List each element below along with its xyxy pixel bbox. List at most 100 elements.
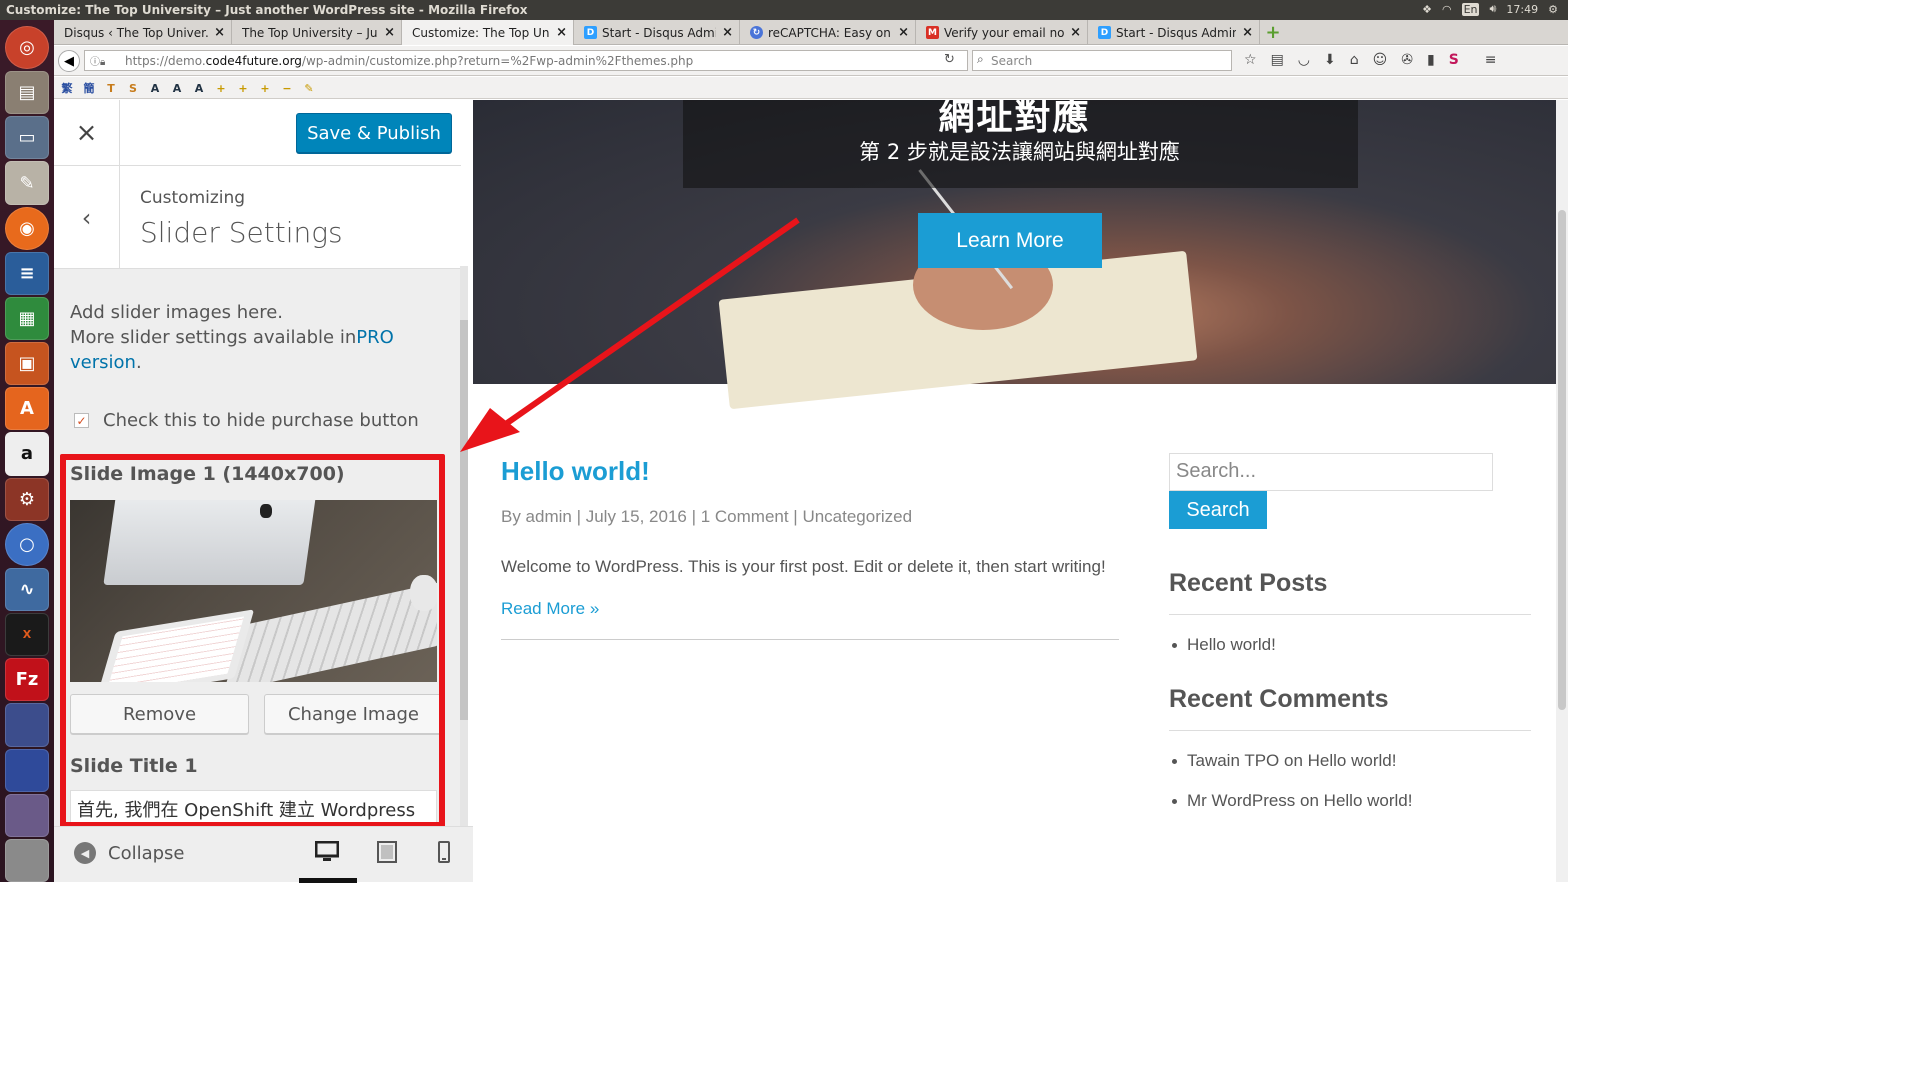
list-item[interactable]: Hello world! xyxy=(1169,635,1531,655)
font-icon[interactable]: A xyxy=(192,81,206,95)
reading-list-icon[interactable]: ▤ xyxy=(1271,52,1284,68)
calc-icon[interactable]: ▦ xyxy=(5,296,49,341)
addon-s-icon[interactable]: S xyxy=(1449,52,1459,68)
app-icon[interactable] xyxy=(5,838,49,882)
url-bar[interactable]: https://demo.code4future.org/wp-admin/cu… xyxy=(84,50,968,71)
software-center-icon[interactable]: A xyxy=(5,387,49,431)
reload-icon[interactable]: ↻ xyxy=(944,52,955,67)
recent-posts-title: Recent Posts xyxy=(1169,569,1531,615)
download-icon[interactable]: ⬇ xyxy=(1324,52,1336,68)
navigation-bar: ◀ https://demo.code4future.org/wp-admin/… xyxy=(54,46,1568,76)
system-monitor-icon[interactable]: ∿ xyxy=(5,567,49,612)
files-icon[interactable]: ▤ xyxy=(5,71,49,115)
ubuntu-icon[interactable]: ◎ xyxy=(5,26,49,70)
tool-icon[interactable]: ✎ xyxy=(302,81,316,95)
home-icon[interactable]: ⌂ xyxy=(1350,52,1359,68)
impress-icon[interactable]: ▣ xyxy=(5,342,49,386)
close-tab-icon[interactable]: × xyxy=(1070,25,1081,40)
recent-posts-list: Hello world! xyxy=(1169,635,1531,655)
back-arrow-icon[interactable]: ‹ xyxy=(54,166,120,269)
bookmark-icon[interactable]: 簡 xyxy=(82,81,96,95)
wifi-icon[interactable]: ◠ xyxy=(1442,3,1452,16)
font-icon[interactable]: A xyxy=(148,81,162,95)
bookmark-icon[interactable]: T xyxy=(104,81,118,95)
chromium-icon[interactable]: ○ xyxy=(5,522,49,566)
mobile-preview-icon[interactable] xyxy=(431,839,457,865)
tab-verify-email[interactable]: M Verify your email no... × xyxy=(916,20,1088,45)
extension-icon[interactable]: ✇ xyxy=(1401,52,1413,68)
minus-icon[interactable]: − xyxy=(280,81,294,95)
browser-search-input[interactable]: Search xyxy=(972,50,1232,71)
text-editor-icon[interactable]: ✎ xyxy=(5,161,49,205)
tab-disqus-admin[interactable]: D Start - Disqus Admin × xyxy=(574,20,740,45)
close-tab-icon[interactable]: × xyxy=(556,25,567,40)
close-icon[interactable]: × xyxy=(54,100,120,166)
disqus-icon: D xyxy=(1098,26,1111,39)
back-icon[interactable]: ◀ xyxy=(58,50,80,72)
add-icon[interactable]: + xyxy=(236,81,250,95)
keyboard-lang-indicator[interactable]: En xyxy=(1461,2,1480,16)
collapse-button[interactable]: ◀ Collapse xyxy=(74,842,185,864)
xterm-icon[interactable]: X xyxy=(5,613,49,657)
panel-scrollbar-thumb[interactable] xyxy=(460,320,468,720)
tab-customize[interactable]: Customize: The Top Uni... × xyxy=(402,20,574,45)
new-tab-icon[interactable]: + xyxy=(1260,20,1286,44)
addon-icon[interactable]: ▮ xyxy=(1427,52,1435,68)
system-settings-icon[interactable]: ⚙ xyxy=(5,477,49,521)
tab-disqus-admin-2[interactable]: D Start - Disqus Admin × xyxy=(1088,20,1260,45)
settings-icon[interactable]: ⚙ xyxy=(1548,3,1558,16)
bookmark-star-icon[interactable]: ☆ xyxy=(1244,52,1257,68)
bookmarks-toolbar: 繁 簡 T S A A A + + + − ✎ xyxy=(54,77,1568,99)
close-tab-icon[interactable]: × xyxy=(384,25,395,40)
volume-icon[interactable]: 🔊︎ xyxy=(1489,2,1496,16)
tab-disqus[interactable]: Disqus ‹ The Top Univer... × xyxy=(54,20,232,45)
clock[interactable]: 17:49 xyxy=(1506,3,1538,16)
list-item[interactable]: Mr WordPress on Hello world! xyxy=(1169,791,1531,811)
app-icon[interactable] xyxy=(5,748,49,792)
system-tray: ❖ ◠ En 🔊︎ 17:49 ⚙ xyxy=(1422,2,1558,16)
site-info-icon[interactable]: ⓘ🔒︎ xyxy=(90,53,105,68)
display-icon[interactable]: ▭ xyxy=(5,116,49,160)
hide-purchase-label: Check this to hide purchase button xyxy=(103,410,419,431)
tab-top-university[interactable]: The Top University – Jus...× xyxy=(232,20,402,45)
hide-purchase-checkbox-row[interactable]: ✓ Check this to hide purchase button xyxy=(74,410,419,431)
close-tab-icon[interactable]: × xyxy=(898,25,909,40)
blog-post: Hello world! By admin | July 15, 2016 | … xyxy=(501,456,1121,619)
read-more-link[interactable]: Read More » xyxy=(501,599,1121,619)
pocket-icon[interactable]: ◡ xyxy=(1298,52,1310,68)
tab-recaptcha[interactable]: ↻ reCAPTCHA: Easy on... × xyxy=(740,20,916,45)
list-item[interactable]: Tawain TPO on Hello world! xyxy=(1169,751,1531,771)
writer-icon[interactable]: ≡ xyxy=(5,251,49,295)
sidebar-search-button[interactable]: Search xyxy=(1169,491,1267,529)
close-tab-icon[interactable]: × xyxy=(1242,25,1253,40)
app-icon[interactable] xyxy=(5,793,49,837)
add-icon[interactable]: + xyxy=(214,81,228,95)
filezilla-icon[interactable]: Fz xyxy=(5,658,49,702)
tablet-preview-icon[interactable] xyxy=(374,839,400,865)
post-title[interactable]: Hello world! xyxy=(501,456,1121,487)
hide-purchase-checkbox[interactable]: ✓ xyxy=(74,413,89,428)
close-tab-icon[interactable]: × xyxy=(214,25,225,40)
font-icon[interactable]: A xyxy=(170,81,184,95)
sidebar-search-input[interactable]: Search... xyxy=(1169,453,1493,491)
preview-scrollbar-thumb[interactable] xyxy=(1558,210,1566,710)
add-icon[interactable]: + xyxy=(258,81,272,95)
amazon-icon[interactable]: a xyxy=(5,432,49,476)
post-meta: By admin | July 15, 2016 | 1 Comment | U… xyxy=(501,507,913,526)
site-preview: 網址對應 第 2 步就是設法讓網站與網址對應 Learn More Hello … xyxy=(473,100,1556,882)
recaptcha-icon: ↻ xyxy=(750,26,763,39)
bookmark-icon[interactable]: 繁 xyxy=(60,81,74,95)
learn-more-button[interactable]: Learn More xyxy=(918,213,1102,268)
close-tab-icon[interactable]: × xyxy=(722,25,733,40)
chat-icon[interactable]: ☺ xyxy=(1373,52,1388,68)
save-publish-button[interactable]: Save & Publish xyxy=(296,113,452,153)
window-title: Customize: The Top University – Just ano… xyxy=(6,3,528,17)
app-icon[interactable] xyxy=(5,703,49,747)
desktop-preview-icon[interactable] xyxy=(314,839,340,865)
disqus-icon: D xyxy=(584,26,597,39)
hero-slider: 網址對應 第 2 步就是設法讓網站與網址對應 Learn More xyxy=(473,100,1556,410)
firefox-icon[interactable]: ◉ xyxy=(5,206,49,250)
dropbox-icon[interactable]: ❖ xyxy=(1422,3,1432,16)
bookmark-icon[interactable]: S xyxy=(126,81,140,95)
menu-icon[interactable]: ≡ xyxy=(1485,52,1497,68)
